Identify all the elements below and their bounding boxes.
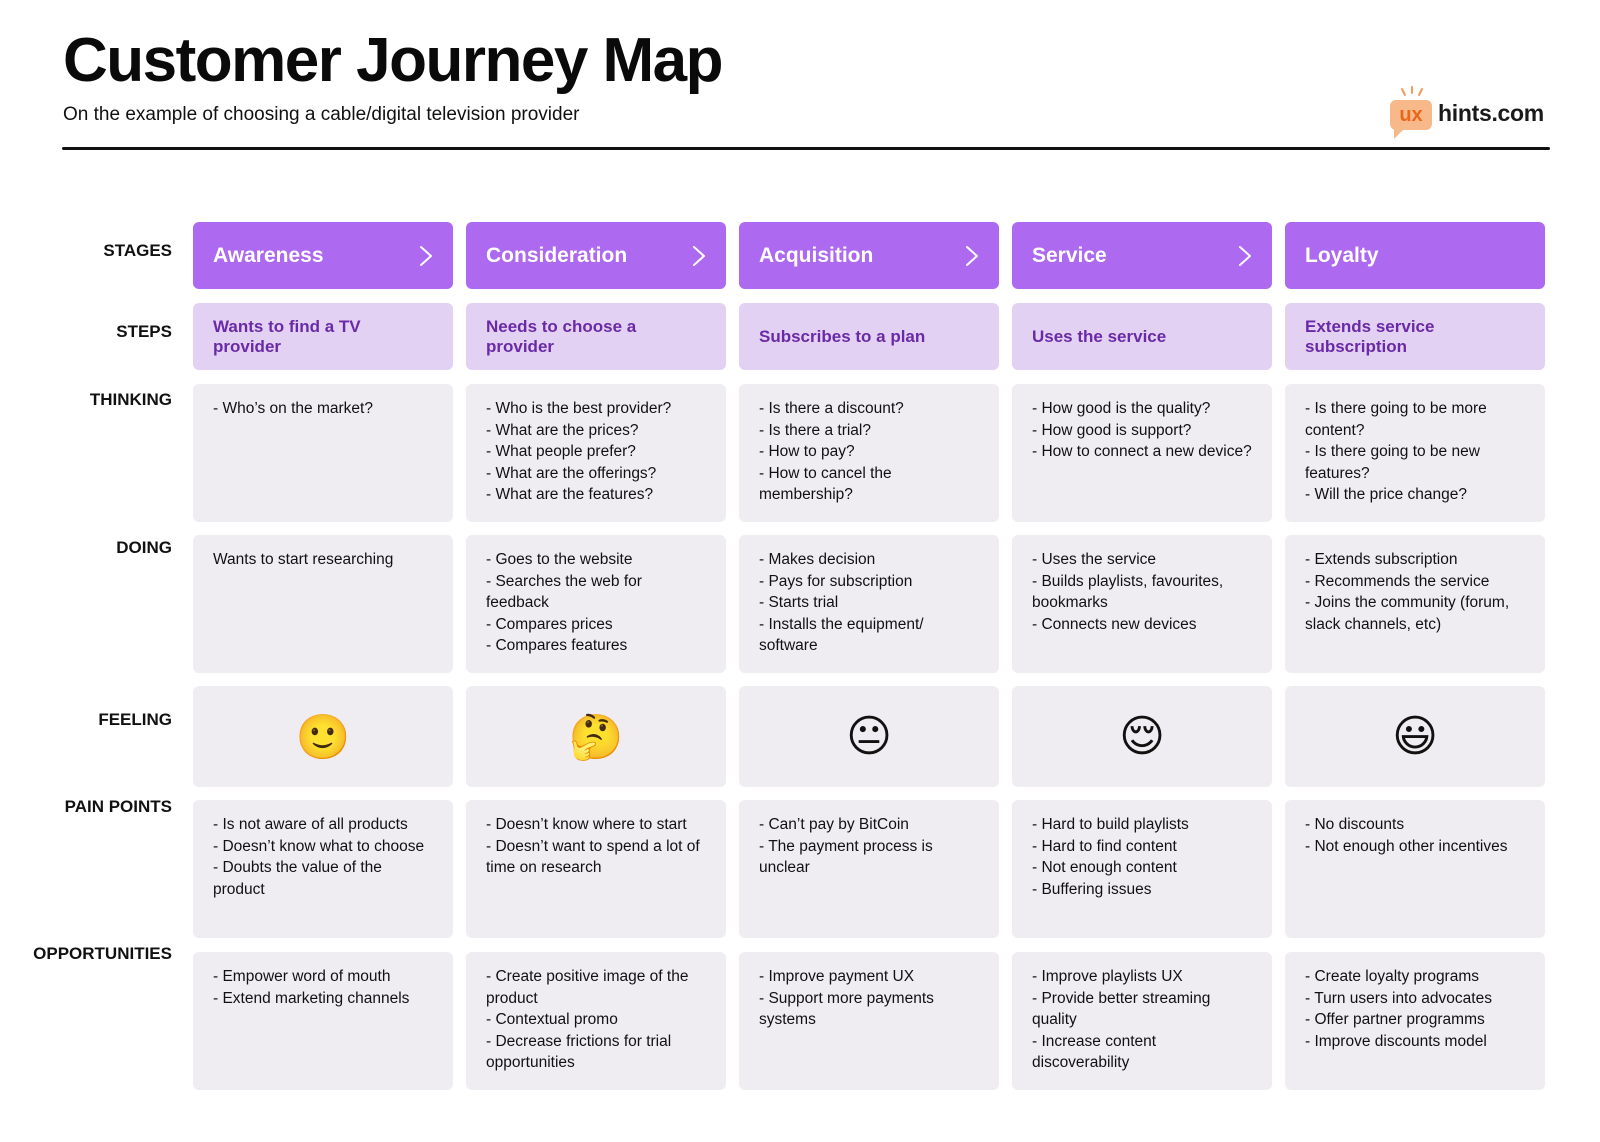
feeling-card: 🤔 bbox=[466, 686, 726, 787]
row-label-feeling: FEELING bbox=[98, 710, 172, 729]
pain-points-card: - Is not aware of all products - Doesn’t… bbox=[193, 800, 453, 938]
pain-points-card: - Can’t pay by BitCoin - The payment pro… bbox=[739, 800, 999, 938]
page-title: Customer Journey Map bbox=[63, 26, 724, 95]
relieved-face-icon: 😌 bbox=[1119, 712, 1165, 761]
feeling-card: 😃 bbox=[1285, 686, 1545, 787]
doing-card: Wants to start researching bbox=[193, 535, 453, 673]
doing-card: - Goes to the website - Searches the web… bbox=[466, 535, 726, 673]
thinking-card: - How good is the quality? - How good is… bbox=[1012, 384, 1272, 522]
thinking-face-icon: 🤔 bbox=[568, 712, 624, 762]
logo-text: hints.com bbox=[1438, 100, 1544, 126]
row-label-doing: DOING bbox=[116, 538, 172, 557]
logo-rays-icon bbox=[1401, 86, 1423, 96]
opportunities-card: - Improve payment UX - Support more paym… bbox=[739, 952, 999, 1090]
stage-acquisition[interactable]: Acquisition bbox=[739, 222, 999, 289]
slightly-smiling-face-icon: 🙂 bbox=[295, 712, 351, 762]
chevron-right-icon bbox=[420, 245, 432, 266]
chevron-right-icon bbox=[1239, 245, 1251, 266]
chevron-right-icon bbox=[966, 245, 978, 266]
uxhints-logo[interactable]: ux hints.com bbox=[1390, 86, 1550, 142]
doing-card: - Uses the service - Builds playlists, f… bbox=[1012, 535, 1272, 673]
stage-service[interactable]: Service bbox=[1012, 222, 1272, 289]
step-card: Wants to find a TV provider bbox=[193, 303, 453, 370]
stage-label: Awareness bbox=[213, 243, 324, 267]
opportunities-card: - Empower word of mouth - Extend marketi… bbox=[193, 952, 453, 1090]
row-label-opportunities: OPPORTUNITIES bbox=[33, 944, 172, 963]
row-label-steps: STEPS bbox=[116, 322, 172, 341]
step-card: Needs to choose a provider bbox=[466, 303, 726, 370]
pain-points-card: - Doesn’t know where to start - Doesn’t … bbox=[466, 800, 726, 938]
doing-card: - Extends subscription - Recommends the … bbox=[1285, 535, 1545, 673]
thinking-card: - Who is the best provider? - What are t… bbox=[466, 384, 726, 522]
header-divider bbox=[62, 147, 1550, 150]
feeling-card: 🙂 bbox=[193, 686, 453, 787]
row-label-thinking: THINKING bbox=[89, 390, 172, 409]
step-card: Extends service subscription bbox=[1285, 303, 1545, 370]
row-label-pain-points: PAIN POINTS bbox=[64, 797, 172, 816]
neutral-face-icon: 😐 bbox=[846, 712, 892, 761]
logo-badge-text: ux bbox=[1399, 104, 1423, 126]
step-label: Needs to choose a provider bbox=[486, 316, 637, 356]
stage-awareness[interactable]: Awareness bbox=[193, 222, 453, 289]
step-card: Subscribes to a plan bbox=[739, 303, 999, 370]
stage-label: Service bbox=[1032, 243, 1107, 267]
thinking-card: - Is there a discount? - Is there a tria… bbox=[739, 384, 999, 522]
step-label: Subscribes to a plan bbox=[759, 326, 926, 346]
thinking-card: - Who’s on the market? bbox=[193, 384, 453, 522]
opportunities-card: - Create loyalty programs - Turn users i… bbox=[1285, 952, 1545, 1090]
doing-card: - Makes decision - Pays for subscription… bbox=[739, 535, 999, 673]
chevron-right-icon bbox=[693, 245, 705, 266]
stage-label: Acquisition bbox=[759, 243, 874, 267]
stage-label: Consideration bbox=[486, 243, 628, 267]
opportunities-card: - Improve playlists UX - Provide better … bbox=[1012, 952, 1272, 1090]
stage-consideration[interactable]: Consideration bbox=[466, 222, 726, 289]
grinning-face-icon: 😃 bbox=[1392, 712, 1438, 761]
step-label: Uses the service bbox=[1032, 326, 1167, 346]
stage-label: Loyalty bbox=[1305, 243, 1379, 267]
header: Customer Journey Map On the example of c… bbox=[63, 30, 1548, 126]
step-card: Uses the service bbox=[1012, 303, 1272, 370]
feeling-card: 😐 bbox=[739, 686, 999, 787]
stage-loyalty[interactable]: Loyalty bbox=[1285, 222, 1545, 289]
row-label-stages: STAGES bbox=[103, 241, 172, 260]
feeling-card: 😌 bbox=[1012, 686, 1272, 787]
step-label: Extends service subscription bbox=[1305, 316, 1435, 356]
step-label: Wants to find a TV provider bbox=[213, 316, 361, 356]
pain-points-card: - Hard to build playlists - Hard to find… bbox=[1012, 800, 1272, 938]
page-subtitle: On the example of choosing a cable/digit… bbox=[63, 104, 580, 125]
thinking-card: - Is there going to be more content? - I… bbox=[1285, 384, 1545, 522]
pain-points-card: - No discounts - Not enough other incent… bbox=[1285, 800, 1545, 938]
opportunities-card: - Create positive image of the product -… bbox=[466, 952, 726, 1090]
